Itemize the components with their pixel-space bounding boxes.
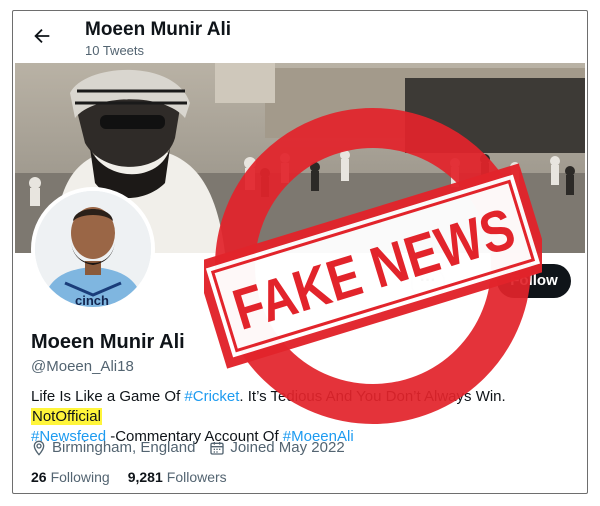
bio-text: . It’s Tedious And You Don’t Always Win. [239, 388, 506, 405]
hashtag-cricket[interactable]: #Cricket [184, 388, 239, 405]
header-name: Moeen Munir Ali [85, 19, 232, 40]
calendar-icon [209, 440, 225, 456]
location-text: Birmingham, England [52, 439, 196, 456]
profile-screenshot-frame: Moeen Munir Ali 10 Tweets cinch ··· Foll… [12, 10, 588, 494]
follow-button[interactable]: Follow [497, 264, 571, 298]
jersey-sponsor-text: cinch [75, 293, 109, 307]
location-pin-icon [31, 440, 47, 456]
follow-stats: 26 Following 9,281 Followers [31, 469, 227, 485]
profile-header: Moeen Munir Ali 10 Tweets [13, 11, 587, 63]
following-link[interactable]: 26 Following [31, 469, 110, 485]
more-options-button[interactable]: ··· [411, 266, 445, 300]
header-tweet-count: 10 Tweets [85, 43, 145, 58]
profile-handle: @Moeen_Ali18 [31, 358, 134, 375]
profile-avatar[interactable]: cinch [31, 187, 155, 311]
back-arrow-icon[interactable] [31, 25, 53, 47]
joined-date: Joined May 2022 [230, 439, 345, 456]
highlighted-text: NotOfficial [31, 408, 102, 425]
followers-link[interactable]: 9,281 Followers [128, 469, 227, 485]
bio-text: Life Is Like a Game Of [31, 388, 185, 405]
profile-name: Moeen Munir Ali [31, 331, 185, 353]
profile-meta: Birmingham, England Joined May 2022 [31, 439, 345, 456]
profile-bio: Life Is Like a Game Of #Cricket. It’s Te… [31, 387, 576, 447]
